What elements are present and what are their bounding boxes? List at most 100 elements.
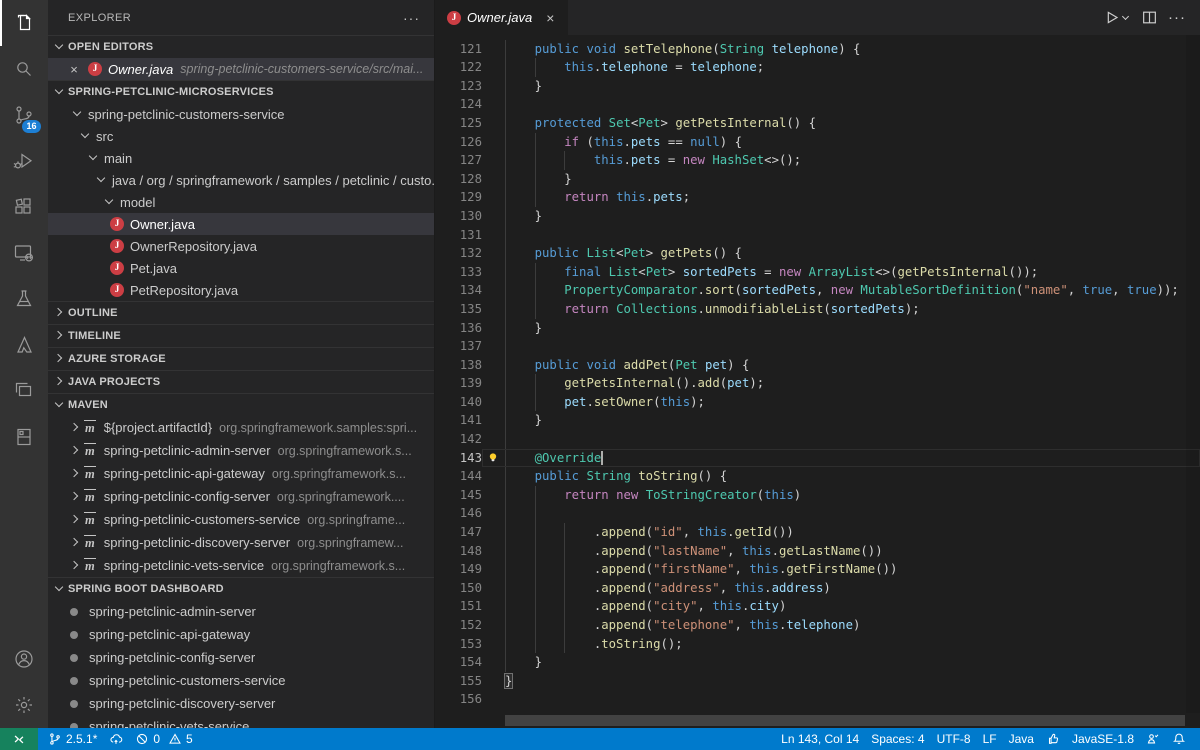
maven-project-spring-petclinic-discovery-server[interactable]: mspring-petclinic-discovery-serverorg.sp… [48,531,434,554]
horizontal-scrollbar[interactable] [505,715,1185,726]
code-line-131[interactable]: 131 [435,226,1200,245]
maven-project-spring-petclinic-customers-service[interactable]: mspring-petclinic-customers-serviceorg.s… [48,508,434,531]
status-feedback[interactable] [1140,728,1166,750]
explorer-more-actions-icon[interactable]: ··· [403,10,420,26]
boot-app-spring-petclinic-admin-server[interactable]: spring-petclinic-admin-server [48,600,434,623]
section-timeline[interactable]: TIMELINE [48,324,434,347]
activity-settings-icon[interactable] [0,682,48,728]
activity-notebook-icon[interactable] [0,414,48,460]
activity-explorer-icon[interactable] [0,0,48,46]
activity-remote-explorer-icon[interactable] [0,230,48,276]
code-line-121[interactable]: 121 public void setTelephone(String tele… [435,40,1200,59]
tab-owner-java[interactable]: J Owner.java × [435,0,568,35]
boot-app-spring-petclinic-customers-service[interactable]: spring-petclinic-customers-service [48,669,434,692]
code-line-141[interactable]: 141 } [435,411,1200,430]
status-cloud-upload[interactable] [103,728,129,750]
tree-file-petrepository-java[interactable]: JPetRepository.java [48,279,434,301]
activity-run-debug-icon[interactable] [0,138,48,184]
code-line-122[interactable]: 122 this.telephone = telephone; [435,58,1200,77]
status-branch[interactable]: 2.5.1* [42,728,103,750]
section-outline[interactable]: OUTLINE [48,301,434,324]
section-maven[interactable]: MAVEN [48,393,434,416]
chevron-down-icon[interactable] [1121,13,1131,23]
boot-app-spring-petclinic-discovery-server[interactable]: spring-petclinic-discovery-server [48,692,434,715]
code-line-150[interactable]: 150 .append("address", this.address) [435,579,1200,598]
section-open-editors[interactable]: OPEN EDITORS [48,35,434,58]
code-line-124[interactable]: 124 [435,95,1200,114]
code-line-135[interactable]: 135 return Collections.unmodifiableList(… [435,300,1200,319]
code-line-143[interactable]: 143 @Override [435,449,1200,468]
section-spring-boot-dashboard[interactable]: SPRING BOOT DASHBOARD [48,577,434,600]
activity-azure-icon[interactable] [0,322,48,368]
section-azure-storage[interactable]: AZURE STORAGE [48,347,434,370]
code-line-123[interactable]: 123 } [435,77,1200,96]
lightbulb-icon[interactable] [486,451,500,465]
activity-testing-icon[interactable] [0,276,48,322]
section-workspace[interactable]: SPRING-PETCLINIC-MICROSERVICES [48,80,434,103]
boot-app-spring-petclinic-api-gateway[interactable]: spring-petclinic-api-gateway [48,623,434,646]
tree-folder-java-org-springframework-sampl[interactable]: java / org / springframework / samples /… [48,169,434,191]
code-line-152[interactable]: 152 .append("telephone", this.telephone) [435,616,1200,635]
code-line-132[interactable]: 132 public List<Pet> getPets() { [435,244,1200,263]
code-line-128[interactable]: 128 } [435,170,1200,189]
tree-folder-main[interactable]: main [48,147,434,169]
vertical-scrollbar[interactable] [1186,35,1200,713]
status-spaces-4[interactable]: Spaces: 4 [865,728,930,750]
code-line-144[interactable]: 144 public String toString() { [435,467,1200,486]
code-line-142[interactable]: 142 [435,430,1200,449]
activity-search-icon[interactable] [0,46,48,92]
activity-source-control-icon[interactable]: 16 [0,92,48,138]
activity-extensions-icon[interactable] [0,184,48,230]
code-line-153[interactable]: 153 .toString(); [435,635,1200,654]
status-utf-8[interactable]: UTF-8 [931,728,977,750]
code-line-136[interactable]: 136 } [435,319,1200,338]
code-line-137[interactable]: 137 [435,337,1200,356]
status-java[interactable]: Java [1003,728,1040,750]
code-line-151[interactable]: 151 .append("city", this.city) [435,597,1200,616]
activity-windows-icon[interactable] [0,368,48,414]
code-line-155[interactable]: 155} [435,672,1200,691]
code-line-126[interactable]: 126 if (this.pets == null) { [435,133,1200,152]
code-line-133[interactable]: 133 final List<Pet> sortedPets = new Arr… [435,263,1200,282]
status-lf[interactable]: LF [977,728,1003,750]
maven-project--project-artifactid-[interactable]: m${project.artifactId}org.springframewor… [48,416,434,439]
code-line-139[interactable]: 139 getPetsInternal().add(pet); [435,374,1200,393]
maven-project-spring-petclinic-admin-server[interactable]: mspring-petclinic-admin-serverorg.spring… [48,439,434,462]
code-line-127[interactable]: 127 this.pets = new HashSet<>(); [435,151,1200,170]
tree-folder-spring-petclinic-customers-ser[interactable]: spring-petclinic-customers-service [48,103,434,125]
code-line-125[interactable]: 125 protected Set<Pet> getPetsInternal()… [435,114,1200,133]
tree-folder-model[interactable]: model [48,191,434,213]
status-javase-1-8[interactable]: JavaSE-1.8 [1066,728,1140,750]
editor-more-actions-icon[interactable]: ··· [1168,9,1186,26]
tree-file-owner-java[interactable]: JOwner.java [48,213,434,235]
maven-project-spring-petclinic-api-gateway[interactable]: mspring-petclinic-api-gatewayorg.springf… [48,462,434,485]
code-line-145[interactable]: 145 return new ToStringCreator(this) [435,486,1200,505]
code-line-147[interactable]: 147 .append("id", this.getId()) [435,523,1200,542]
open-editor-item[interactable]: ×JOwner.javaspring-petclinic-customers-s… [48,58,434,80]
remote-indicator[interactable] [0,728,38,750]
section-java-projects[interactable]: JAVA PROJECTS [48,370,434,393]
maven-project-spring-petclinic-vets-service[interactable]: mspring-petclinic-vets-serviceorg.spring… [48,554,434,577]
boot-app-spring-petclinic-vets-service[interactable]: spring-petclinic-vets-service [48,715,434,728]
tree-file-ownerrepository-java[interactable]: JOwnerRepository.java [48,235,434,257]
code-lines[interactable]: 120121 public void setTelephone(String t… [435,35,1200,709]
status-bell[interactable] [1166,728,1192,750]
boot-app-spring-petclinic-config-server[interactable]: spring-petclinic-config-server [48,646,434,669]
activity-account-icon[interactable] [0,636,48,682]
code-line-154[interactable]: 154 } [435,653,1200,672]
code-line-138[interactable]: 138 public void addPet(Pet pet) { [435,356,1200,375]
code-line-140[interactable]: 140 pet.setOwner(this); [435,393,1200,412]
code-line-148[interactable]: 148 .append("lastName", this.getLastName… [435,542,1200,561]
status-thumbsup[interactable] [1040,728,1066,750]
tree-file-pet-java[interactable]: JPet.java [48,257,434,279]
split-editor-button[interactable] [1141,9,1158,26]
code-line-156[interactable]: 156 [435,690,1200,709]
code-line-130[interactable]: 130 } [435,207,1200,226]
tree-folder-src[interactable]: src [48,125,434,147]
tab-close-icon[interactable]: × [542,10,558,26]
status-ln-143-col-14[interactable]: Ln 143, Col 14 [775,728,865,750]
code-line-149[interactable]: 149 .append("firstName", this.getFirstNa… [435,560,1200,579]
code-line-129[interactable]: 129 return this.pets; [435,188,1200,207]
code-line-134[interactable]: 134 PropertyComparator.sort(sortedPets, … [435,281,1200,300]
maven-project-spring-petclinic-config-server[interactable]: mspring-petclinic-config-serverorg.sprin… [48,485,434,508]
